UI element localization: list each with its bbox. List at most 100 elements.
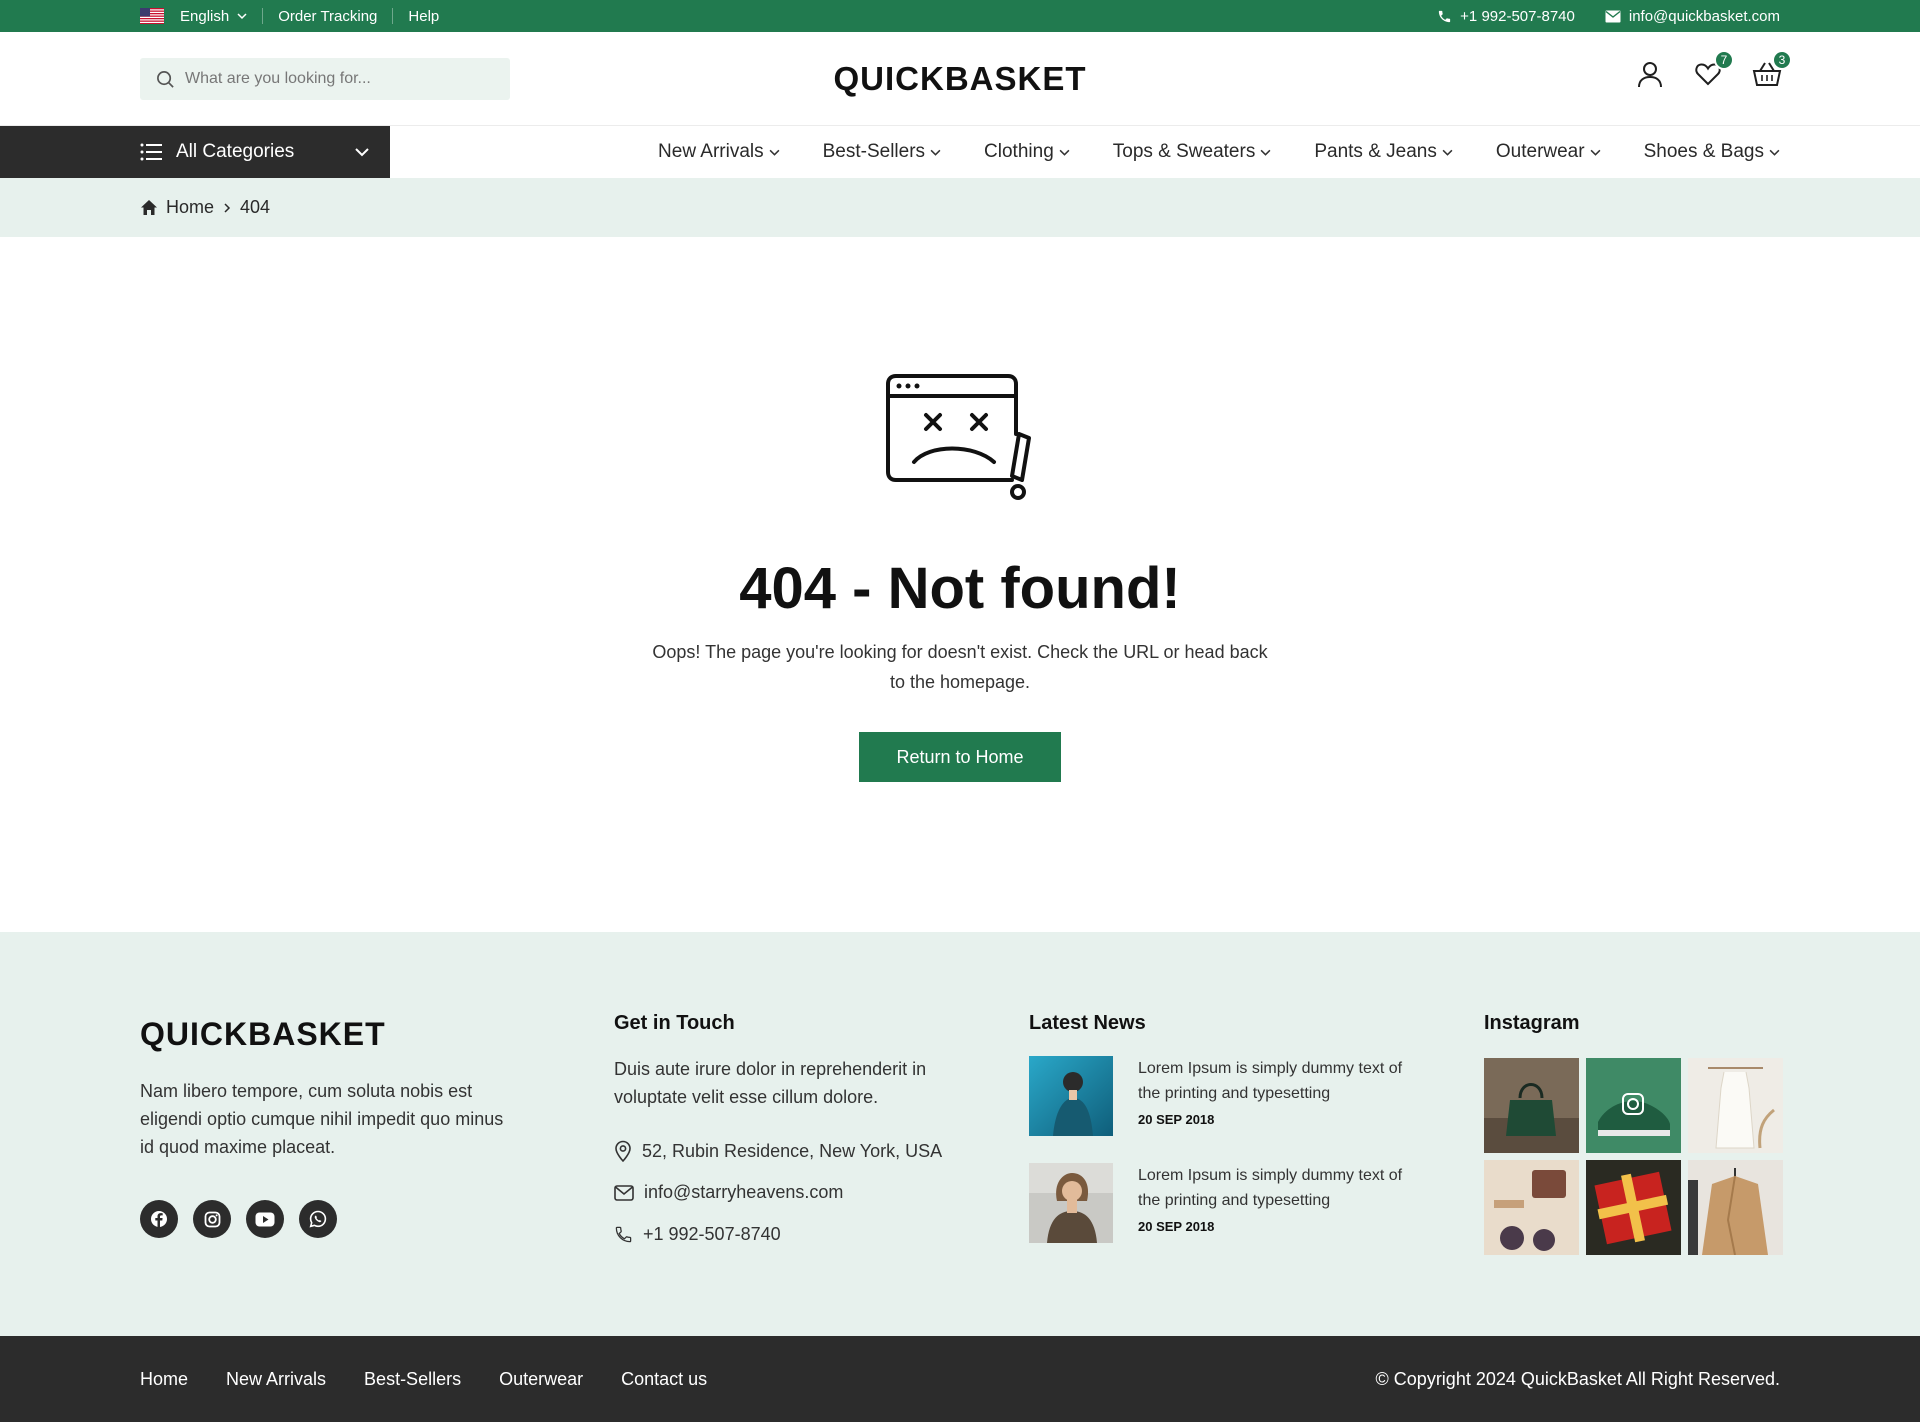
- home-icon: [141, 200, 157, 215]
- breadcrumb: Home 404: [0, 178, 1920, 237]
- news-body: Lorem Ipsum is simply dummy text of the …: [1138, 1056, 1408, 1136]
- bottom-link-new-arrivals[interactable]: New Arrivals: [226, 1369, 326, 1390]
- top-email[interactable]: info@quickbasket.com: [1605, 8, 1780, 25]
- error-title: 404 - Not found!: [739, 556, 1181, 621]
- footer-phone[interactable]: +1 992-507-8740: [614, 1224, 781, 1245]
- instagram-photo-coat[interactable]: [1688, 1160, 1783, 1255]
- instagram-photo-top[interactable]: [1688, 1058, 1783, 1153]
- nav-outerwear[interactable]: Outerwear: [1496, 141, 1601, 163]
- divider: [262, 8, 264, 24]
- instagram-photo-accessories[interactable]: [1484, 1160, 1579, 1255]
- list-icon: [140, 143, 162, 161]
- chevron-down-icon: [1059, 149, 1070, 156]
- footer-address-text: 52, Rubin Residence, New York, USA: [642, 1140, 943, 1161]
- instagram-photo-sneakers[interactable]: [1586, 1058, 1681, 1153]
- facebook-icon: [151, 1211, 167, 1227]
- nav-pants-jeans[interactable]: Pants & Jeans: [1314, 141, 1453, 163]
- top-phone[interactable]: +1 992-507-8740: [1437, 8, 1575, 25]
- nav-tops-sweaters[interactable]: Tops & Sweaters: [1113, 141, 1272, 163]
- breadcrumb-home[interactable]: Home: [166, 197, 214, 218]
- nav-clothing[interactable]: Clothing: [984, 141, 1070, 163]
- footer-phone-text: +1 992-507-8740: [643, 1224, 781, 1244]
- chevron-down-icon: [355, 148, 369, 157]
- chevron-down-icon: [1260, 149, 1271, 156]
- header-actions: 7 3: [1636, 50, 1792, 88]
- nav-menu: New Arrivals Best-Sellers Clothing Tops …: [658, 126, 1780, 178]
- main-content: 404 - Not found! Oops! The page you're l…: [0, 237, 1920, 932]
- news-thumbnail-image: [1029, 1056, 1113, 1136]
- chevron-down-icon: [1590, 149, 1601, 156]
- nav-new-arrivals[interactable]: New Arrivals: [658, 141, 780, 163]
- return-home-button[interactable]: Return to Home: [859, 732, 1061, 782]
- language-label: English: [180, 7, 230, 25]
- mail-icon: [614, 1184, 634, 1201]
- news-date: 20 SEP 2018: [1138, 1112, 1215, 1127]
- broken-page-icon: [886, 374, 1031, 500]
- footer-email[interactable]: info@starryheavens.com: [614, 1182, 843, 1203]
- instagram-grid: [1484, 1058, 1783, 1255]
- chevron-right-icon: [224, 202, 231, 213]
- news-item[interactable]: Lorem Ipsum is simply dummy text of the …: [1029, 1056, 1408, 1136]
- chevron-down-icon: [769, 149, 780, 156]
- top-bar-left: English Order Tracking Help: [140, 0, 439, 32]
- chevron-down-icon: [237, 13, 247, 20]
- instagram-photo-gift[interactable]: [1586, 1160, 1681, 1255]
- whatsapp-icon: [309, 1210, 327, 1228]
- news-body: Lorem Ipsum is simply dummy text of the …: [1138, 1163, 1408, 1243]
- order-tracking-link[interactable]: Order Tracking: [278, 8, 377, 25]
- wishlist-count-badge: 7: [1714, 50, 1734, 70]
- chevron-down-icon: [1442, 149, 1453, 156]
- divider: [392, 8, 394, 24]
- footer: QUICKBASKET Nam libero tempore, cum solu…: [0, 932, 1920, 1336]
- bottom-bar: Home New Arrivals Best-Sellers Outerwear…: [0, 1336, 1920, 1422]
- bottom-link-home[interactable]: Home: [140, 1369, 188, 1390]
- language-selector[interactable]: English: [140, 8, 247, 25]
- cart-count-badge: 3: [1772, 50, 1792, 70]
- cart-button[interactable]: 3: [1752, 50, 1792, 88]
- search-box: [140, 58, 510, 100]
- instagram-photo-handbag[interactable]: [1484, 1058, 1579, 1153]
- footer-address: 52, Rubin Residence, New York, USA: [614, 1140, 942, 1162]
- top-bar-right: +1 992-507-8740 info@quickbasket.com: [1437, 0, 1780, 32]
- bottom-links: Home New Arrivals Best-Sellers Outerwear…: [140, 1336, 707, 1422]
- footer-logo[interactable]: QUICKBASKET: [140, 1016, 386, 1053]
- phone-icon: [615, 1226, 632, 1243]
- news-item[interactable]: Lorem Ipsum is simply dummy text of the …: [1029, 1163, 1408, 1243]
- nav-item-label: Pants & Jeans: [1314, 141, 1437, 162]
- wishlist-button[interactable]: 7: [1694, 50, 1734, 88]
- youtube-button[interactable]: [246, 1200, 284, 1238]
- facebook-button[interactable]: [140, 1200, 178, 1238]
- error-message: Oops! The page you're looking for doesn'…: [652, 642, 1268, 692]
- get-in-touch-heading: Get in Touch: [614, 1012, 735, 1034]
- location-pin-icon: [615, 1140, 631, 1162]
- news-title[interactable]: Lorem Ipsum is simply dummy text of the …: [1138, 1056, 1408, 1106]
- logo[interactable]: QUICKBASKET: [833, 60, 1086, 97]
- copyright-text: © Copyright 2024 QuickBasket All Right R…: [1375, 1368, 1780, 1389]
- bottom-link-contact[interactable]: Contact us: [621, 1369, 707, 1390]
- instagram-button[interactable]: [193, 1200, 231, 1238]
- all-categories-label: All Categories: [176, 141, 295, 162]
- account-button[interactable]: [1636, 60, 1664, 88]
- footer-about-text: Nam libero tempore, cum soluta nobis est…: [140, 1081, 504, 1157]
- whatsapp-button[interactable]: [299, 1200, 337, 1238]
- help-link[interactable]: Help: [408, 8, 439, 25]
- bottom-link-outerwear[interactable]: Outerwear: [499, 1369, 583, 1390]
- social-links: [140, 1200, 337, 1238]
- search-input[interactable]: [185, 70, 485, 88]
- instagram-icon: [204, 1211, 220, 1227]
- nav-shoes-bags[interactable]: Shoes & Bags: [1644, 141, 1780, 163]
- main-nav: All Categories New Arrivals Best-Sellers…: [0, 126, 1920, 178]
- all-categories-button[interactable]: All Categories: [0, 126, 390, 178]
- nav-item-label: Best-Sellers: [822, 141, 926, 162]
- phone-icon: [1439, 10, 1451, 22]
- nav-item-label: Outerwear: [1495, 141, 1585, 162]
- chevron-down-icon: [1769, 149, 1780, 156]
- us-flag-icon: [140, 8, 164, 24]
- news-thumbnail-image: [1029, 1163, 1113, 1243]
- bottom-link-best-sellers[interactable]: Best-Sellers: [364, 1369, 461, 1390]
- news-title[interactable]: Lorem Ipsum is simply dummy text of the …: [1138, 1163, 1408, 1213]
- nav-best-sellers[interactable]: Best-Sellers: [823, 141, 941, 163]
- search-icon[interactable]: [156, 70, 175, 89]
- latest-news-heading: Latest News: [1029, 1012, 1146, 1034]
- top-bar: English Order Tracking Help +1 992-507-8…: [0, 0, 1920, 32]
